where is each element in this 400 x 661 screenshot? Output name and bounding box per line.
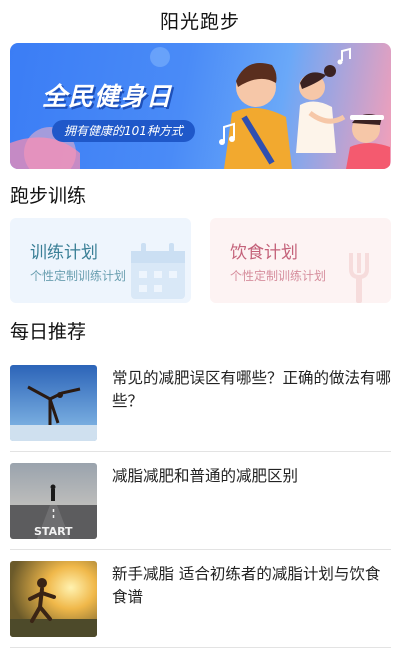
section-title-training: 跑步训练 [10,185,87,207]
card-subtitle: 个性定制训练计划 [230,269,327,283]
fork-icon [349,253,369,303]
article-item[interactable]: 常见的减肥误区有哪些？正确的做法有哪些？ [10,365,391,441]
article-title: 减脂减肥和普通的减肥区别 [112,467,299,485]
page-title: 阳光跑步 [159,10,240,33]
diet-plan-card[interactable]: 饮食计划 个性定制训练计划 [210,218,391,303]
svg-text:START: START [34,525,73,538]
banner-subtitle: 拥有健康的101种方式 [52,120,195,142]
divider [10,549,391,550]
article-title: 常见的减肥误区有哪些？正确的做法有哪些？ [112,369,392,410]
training-plan-card[interactable]: 训练计划 个性定制训练计划 [10,218,191,303]
section-title-daily: 每日推荐 [10,321,87,343]
card-title: 训练计划 [30,243,98,263]
calendar-icon [131,243,185,299]
card-title: 饮食计划 [230,243,298,263]
runner-sunset-photo [10,561,97,637]
card-subtitle: 个性定制训练计划 [30,269,127,283]
divider [10,451,391,452]
article-item[interactable]: 新手减脂 适合初练者的减脂计划与饮食食谱 [10,561,391,637]
app-header: 阳光跑步 [0,0,400,40]
divider [10,647,391,648]
article-title: 新手减脂 适合初练者的减脂计划与饮食食谱 [112,565,381,606]
banner-title: 全民健身日 [42,82,173,111]
start-line-photo: START [10,463,97,539]
promo-banner[interactable]: 全民健身日 拥有健康的101种方式 [10,43,391,169]
article-item[interactable]: START 减脂减肥和普通的减肥区别 [10,463,391,539]
gymnast-photo [10,365,97,441]
